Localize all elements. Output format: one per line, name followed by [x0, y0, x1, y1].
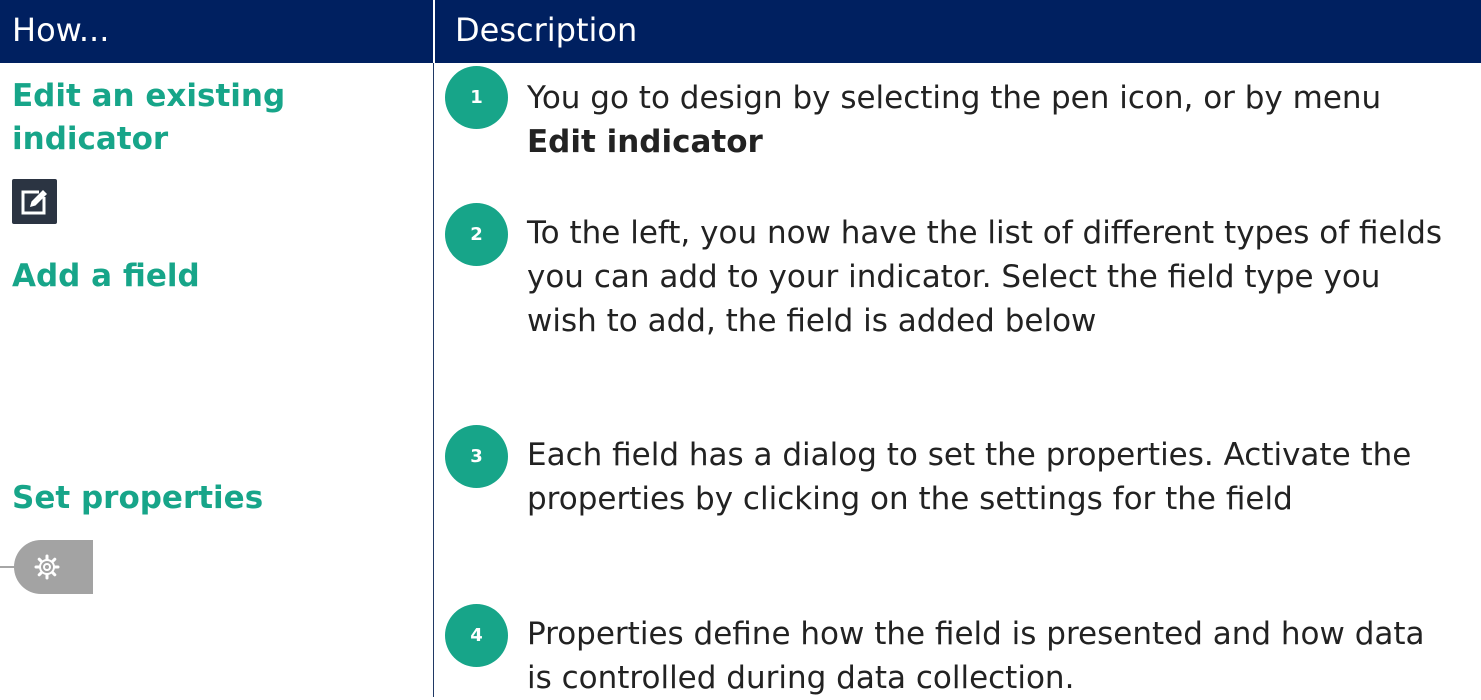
header-divider	[433, 0, 435, 63]
table-header: How... Description	[0, 0, 1481, 63]
step-3-badge: 3	[445, 425, 508, 488]
header-description: Description	[455, 11, 638, 49]
step-2-badge: 2	[445, 203, 508, 266]
step-1-body: You go to design by selecting the pen ic…	[527, 80, 1382, 116]
add-field-label: Add a field	[12, 258, 200, 294]
step-4-badge: 4	[445, 604, 508, 667]
column-divider	[433, 63, 434, 697]
edit-indicator-label: Edit an existing indicator	[12, 78, 286, 157]
step-1-text: You go to design by selecting the pen ic…	[527, 76, 1477, 164]
step-4-text: Properties define how the field is prese…	[527, 616, 1425, 696]
gear-icon	[34, 554, 60, 580]
step-1-menu-name: Edit indicator	[527, 124, 763, 160]
step-2-text: To the left, you now have the list of di…	[527, 215, 1443, 339]
edit-pen-icon[interactable]	[12, 179, 57, 224]
set-properties-label: Set properties	[12, 480, 264, 516]
settings-pill[interactable]	[14, 540, 93, 594]
step-1-badge: 1	[445, 66, 508, 129]
field-settings-button[interactable]	[0, 533, 93, 610]
header-how: How...	[12, 11, 110, 49]
step-3-text: Each field has a dialog to set the prope…	[527, 437, 1412, 517]
